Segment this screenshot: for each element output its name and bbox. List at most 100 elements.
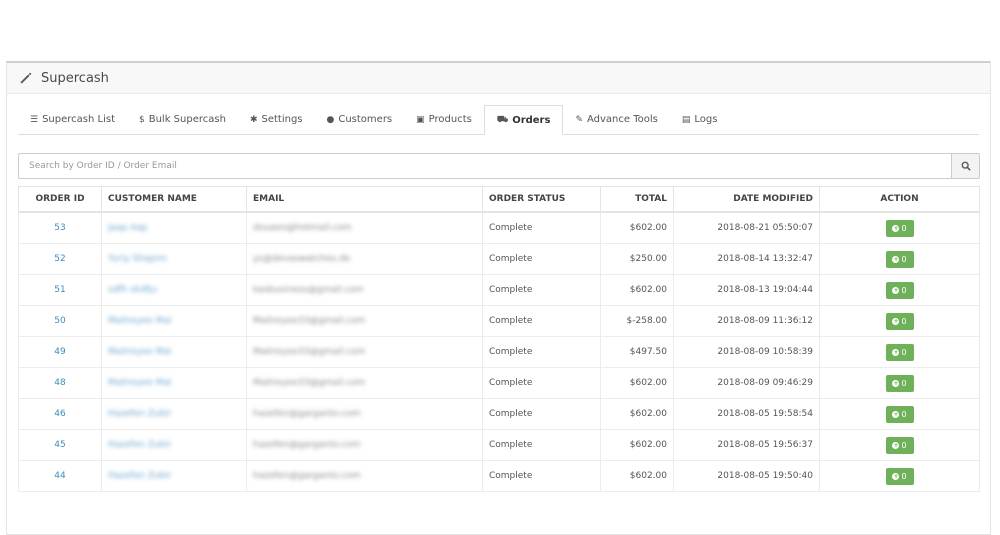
table-row: 48 Maitreyee Mal Maitreyee33@gmail.com Comp… bbox=[18, 367, 980, 399]
order-status-cell: Complete bbox=[482, 305, 601, 337]
plus-circle-icon: + bbox=[892, 255, 900, 263]
order-id-link[interactable]: 46 bbox=[18, 398, 102, 430]
total-cell: $497.50 bbox=[600, 336, 674, 368]
total-cell: $602.00 bbox=[600, 398, 674, 430]
customer-name-link[interactable]: Hazefen Zubir bbox=[108, 440, 172, 450]
tab-bar: ☰ Supercash List $ Bulk Supercash ✱ Settings ●… bbox=[18, 104, 979, 135]
table-row: 50 Maitreyee Mal Maitreyee33@gmail.com Comp… bbox=[18, 305, 980, 337]
customer-name-link[interactable]: Yuriy Shapiro bbox=[108, 254, 167, 264]
email-cell-cell: hazefen@garganto.com bbox=[246, 398, 483, 430]
plus-circle-icon: + bbox=[892, 224, 900, 232]
email-cell: kasbusiness@gmail.com bbox=[253, 285, 364, 295]
search-row bbox=[18, 153, 980, 179]
tab-products[interactable]: ▣ Products bbox=[404, 105, 484, 134]
plus-circle-icon: + bbox=[892, 441, 900, 449]
plus-circle-icon: + bbox=[892, 348, 900, 356]
tab-orders[interactable]: ⛟ Orders bbox=[483, 105, 564, 135]
tab-advance-tools[interactable]: ✎ Advance Tools bbox=[563, 105, 669, 134]
tab-bulk-supercash[interactable]: $ Bulk Supercash bbox=[127, 105, 238, 134]
customer-name-link[interactable]: Hazefen Zubir bbox=[108, 471, 172, 481]
gear-icon: ✱ bbox=[249, 114, 258, 125]
email-cell: hazefen@garganto.com bbox=[253, 440, 361, 450]
col-date-modified[interactable]: DATE MODIFIED bbox=[673, 186, 820, 213]
supercash-action-button[interactable]: +0 bbox=[885, 374, 914, 392]
plus-circle-icon: + bbox=[892, 379, 900, 387]
total-cell: $250.00 bbox=[600, 243, 674, 275]
supercash-action-button[interactable]: +0 bbox=[885, 219, 914, 237]
col-email[interactable]: EMAIL bbox=[246, 186, 483, 213]
order-id-link[interactable]: 49 bbox=[18, 336, 102, 368]
customer-name-link[interactable]: Maitreyee Mal bbox=[108, 347, 171, 357]
order-status-cell: Complete bbox=[482, 243, 601, 275]
supercash-action-button[interactable]: +0 bbox=[885, 436, 914, 454]
order-id-link[interactable]: 50 bbox=[18, 305, 102, 337]
date-modified-cell: 2018-08-13 19:04:44 bbox=[673, 274, 820, 306]
customer-name-cell: Maitreyee Mal bbox=[101, 305, 247, 337]
total-cell: $-258.00 bbox=[600, 305, 674, 337]
date-modified-cell: 2018-08-14 13:32:47 bbox=[673, 243, 820, 275]
tab-label: Customers bbox=[338, 114, 393, 125]
order-id-link[interactable]: 44 bbox=[18, 460, 102, 492]
plus-circle-icon: + bbox=[892, 410, 900, 418]
date-modified-cell: 2018-08-09 09:46:29 bbox=[673, 367, 820, 399]
supercash-action-button[interactable]: +0 bbox=[885, 343, 914, 361]
order-id-link[interactable]: 51 bbox=[18, 274, 102, 306]
plus-circle-icon: + bbox=[892, 472, 900, 480]
order-status-cell: Complete bbox=[482, 398, 601, 430]
supercash-action-button[interactable]: +0 bbox=[885, 467, 914, 485]
table-header-row: ORDER ID CUSTOMER NAME EMAIL ORDER STATU… bbox=[18, 186, 980, 213]
supercash-action-button[interactable]: +0 bbox=[885, 405, 914, 423]
search-input[interactable] bbox=[18, 153, 951, 179]
order-status-cell: Complete bbox=[482, 460, 601, 492]
col-order-status[interactable]: ORDER STATUS bbox=[482, 186, 601, 213]
order-id-link[interactable]: 45 bbox=[18, 429, 102, 461]
email-cell-cell: ys@devaswatches.de bbox=[246, 243, 483, 275]
book-icon: ▤ bbox=[681, 114, 691, 125]
supercash-action-button[interactable]: +0 bbox=[885, 312, 914, 330]
email-cell-cell: hazefen@garganto.com bbox=[246, 429, 483, 461]
search-icon bbox=[961, 161, 971, 171]
customer-name-link[interactable]: Maitreyee Mal bbox=[108, 316, 171, 326]
tab-logs[interactable]: ▤ Logs bbox=[670, 105, 730, 134]
email-cell: douaeo@hotmail.com bbox=[253, 223, 352, 233]
email-cell: Maitreyee33@gmail.com bbox=[253, 347, 366, 357]
col-total[interactable]: TOTAL bbox=[600, 186, 674, 213]
tab-settings[interactable]: ✱ Settings bbox=[238, 105, 315, 134]
pencil-icon bbox=[20, 72, 32, 84]
order-id-link[interactable]: 48 bbox=[18, 367, 102, 399]
list-icon: ☰ bbox=[30, 114, 39, 125]
action-cell: +0 bbox=[819, 336, 980, 368]
col-customer-name[interactable]: CUSTOMER NAME bbox=[101, 186, 247, 213]
action-cell: +0 bbox=[819, 398, 980, 430]
customer-name-link[interactable]: Maitreyee Mal bbox=[108, 378, 171, 388]
customer-name-link[interactable]: sdfh skdfju bbox=[108, 285, 157, 295]
action-cell: +0 bbox=[819, 243, 980, 275]
supercash-action-button[interactable]: +0 bbox=[885, 250, 914, 268]
tab-supercash-list[interactable]: ☰ Supercash List bbox=[18, 105, 127, 134]
total-cell: $602.00 bbox=[600, 460, 674, 492]
email-cell: hazefen@garganto.com bbox=[253, 409, 361, 419]
date-modified-cell: 2018-08-21 05:50:07 bbox=[673, 211, 820, 244]
tab-label: Supercash List bbox=[42, 114, 115, 125]
dollar-icon: $ bbox=[139, 114, 145, 125]
tab-label: Settings bbox=[261, 114, 303, 125]
tab-customers[interactable]: ● Customers bbox=[315, 105, 405, 134]
col-order-id[interactable]: ORDER ID bbox=[18, 186, 102, 213]
wrench-icon: ✎ bbox=[575, 114, 583, 125]
action-cell: +0 bbox=[819, 211, 980, 244]
order-id-link[interactable]: 53 bbox=[18, 211, 102, 244]
order-id-link[interactable]: 52 bbox=[18, 243, 102, 275]
search-button[interactable] bbox=[951, 153, 980, 179]
page-title: Supercash bbox=[41, 70, 109, 86]
email-cell: Maitreyee33@gmail.com bbox=[253, 316, 366, 326]
action-count: 0 bbox=[901, 285, 907, 295]
supercash-action-button[interactable]: +0 bbox=[885, 281, 914, 299]
order-status-cell: Complete bbox=[482, 367, 601, 399]
table-row: 46 Hazefen Zubir hazefen@garganto.com Compl… bbox=[18, 398, 980, 430]
customer-name-cell: sdfh skdfju bbox=[101, 274, 247, 306]
email-cell: hazefen@garganto.com bbox=[253, 471, 361, 481]
email-cell-cell: Maitreyee33@gmail.com bbox=[246, 305, 483, 337]
customer-name-link[interactable]: Jaap Aap bbox=[108, 223, 148, 233]
customer-name-cell: Hazefen Zubir bbox=[101, 429, 247, 461]
customer-name-link[interactable]: Hazefen Zubir bbox=[108, 409, 172, 419]
